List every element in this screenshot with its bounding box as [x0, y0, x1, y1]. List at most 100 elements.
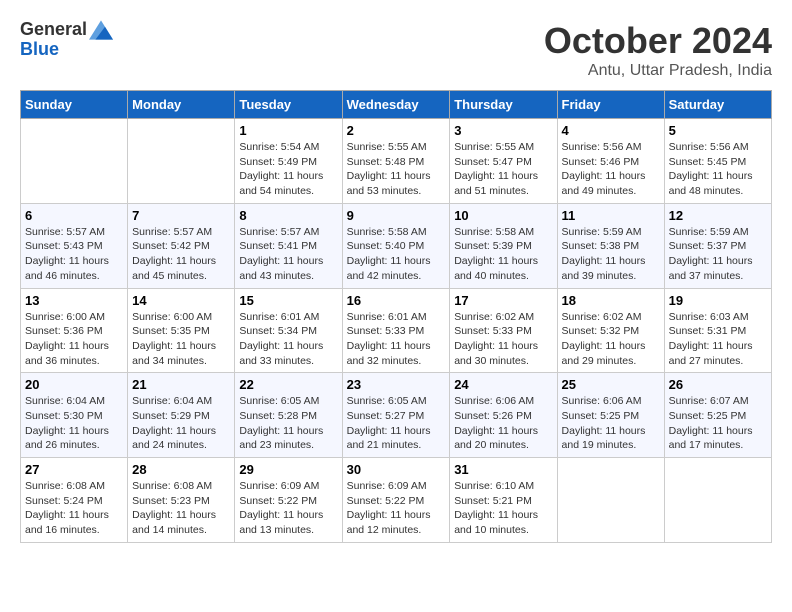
calendar-week-5: 27Sunrise: 6:08 AM Sunset: 5:24 PM Dayli… [21, 458, 772, 543]
day-number: 29 [239, 462, 337, 477]
day-number: 30 [347, 462, 446, 477]
day-info: Sunrise: 5:58 AM Sunset: 5:40 PM Dayligh… [347, 225, 446, 284]
calendar-cell: 13Sunrise: 6:00 AM Sunset: 5:36 PM Dayli… [21, 288, 128, 373]
day-number: 13 [25, 293, 123, 308]
day-number: 3 [454, 123, 552, 138]
day-info: Sunrise: 6:04 AM Sunset: 5:30 PM Dayligh… [25, 394, 123, 453]
day-number: 6 [25, 208, 123, 223]
calendar-table: SundayMondayTuesdayWednesdayThursdayFrid… [20, 90, 772, 543]
day-number: 12 [669, 208, 767, 223]
logo-text-general: General [20, 20, 87, 40]
calendar-cell: 18 Sunrise: 6:02 AM Sunset: 5:32 PM Dayli… [557, 288, 664, 373]
logo: General Blue [20, 20, 113, 60]
day-number: 11 [562, 208, 660, 223]
location-title: Antu, Uttar Pradesh, India [544, 62, 772, 80]
calendar-cell: 20 Sunrise: 6:04 AM Sunset: 5:30 PM Dayli… [21, 373, 128, 458]
day-number: 25 [562, 377, 660, 392]
day-info: Sunrise: 6:04 AM Sunset: 5:29 PM Dayligh… [132, 394, 230, 453]
calendar-cell: 24 Sunrise: 6:06 AM Sunset: 5:26 PM Dayli… [450, 373, 557, 458]
day-number: 7 [132, 208, 230, 223]
day-info: Sunrise: 6:09 AM Sunset: 5:22 PM Dayligh… [239, 479, 337, 538]
calendar-cell: 23 Sunrise: 6:05 AM Sunset: 5:27 PM Dayli… [342, 373, 450, 458]
day-number: 10 [454, 208, 552, 223]
calendar-cell [21, 119, 128, 204]
day-number: 19 [669, 293, 767, 308]
day-info: Sunrise: 6:05 AM Sunset: 5:27 PM Dayligh… [347, 394, 446, 453]
calendar-cell: 7 Sunrise: 5:57 AM Sunset: 5:42 PM Daylig… [128, 203, 235, 288]
day-number: 23 [347, 377, 446, 392]
calendar-cell: 9 Sunrise: 5:58 AM Sunset: 5:40 PM Daylig… [342, 203, 450, 288]
day-info: Sunrise: 5:54 AM Sunset: 5:49 PM Dayligh… [239, 140, 337, 199]
calendar-cell: 19 Sunrise: 6:03 AM Sunset: 5:31 PM Dayli… [664, 288, 771, 373]
calendar-cell [664, 458, 771, 543]
calendar-cell [128, 119, 235, 204]
day-info: Sunrise: 6:10 AM Sunset: 5:21 PM Dayligh… [454, 479, 552, 538]
calendar-cell: 29 Sunrise: 6:09 AM Sunset: 5:22 PM Dayli… [235, 458, 342, 543]
calendar-cell: 4Sunrise: 5:56 AM Sunset: 5:46 PM Daylig… [557, 119, 664, 204]
day-number: 24 [454, 377, 552, 392]
day-number: 26 [669, 377, 767, 392]
day-info: Sunrise: 5:57 AM Sunset: 5:42 PM Dayligh… [132, 225, 230, 284]
day-number: 28 [132, 462, 230, 477]
column-header-saturday: Saturday [664, 91, 771, 119]
day-info: Sunrise: 6:03 AM Sunset: 5:31 PM Dayligh… [669, 310, 767, 369]
day-info: Sunrise: 5:55 AM Sunset: 5:48 PM Dayligh… [347, 140, 446, 199]
day-number: 18 [562, 293, 660, 308]
column-header-tuesday: Tuesday [235, 91, 342, 119]
day-info: Sunrise: 5:57 AM Sunset: 5:41 PM Dayligh… [239, 225, 337, 284]
logo-text-blue: Blue [20, 40, 113, 60]
logo-icon [89, 20, 113, 40]
day-number: 14 [132, 293, 230, 308]
day-info: Sunrise: 6:02 AM Sunset: 5:32 PM Dayligh… [562, 310, 660, 369]
calendar-cell: 5 Sunrise: 5:56 AM Sunset: 5:45 PM Daylig… [664, 119, 771, 204]
day-info: Sunrise: 5:56 AM Sunset: 5:45 PM Dayligh… [669, 140, 767, 199]
day-info: Sunrise: 5:59 AM Sunset: 5:37 PM Dayligh… [669, 225, 767, 284]
title-area: October 2024 Antu, Uttar Pradesh, India [544, 20, 772, 80]
calendar-cell: 14 Sunrise: 6:00 AM Sunset: 5:35 PM Dayli… [128, 288, 235, 373]
day-info: Sunrise: 5:55 AM Sunset: 5:47 PM Dayligh… [454, 140, 552, 199]
day-number: 20 [25, 377, 123, 392]
calendar-cell: 2 Sunrise: 5:55 AM Sunset: 5:48 PM Daylig… [342, 119, 450, 204]
column-header-wednesday: Wednesday [342, 91, 450, 119]
column-header-thursday: Thursday [450, 91, 557, 119]
calendar-cell: 31Sunrise: 6:10 AM Sunset: 5:21 PM Dayli… [450, 458, 557, 543]
day-info: Sunrise: 6:00 AM Sunset: 5:35 PM Dayligh… [132, 310, 230, 369]
calendar-cell: 8 Sunrise: 5:57 AM Sunset: 5:41 PM Daylig… [235, 203, 342, 288]
day-number: 17 [454, 293, 552, 308]
calendar-week-1: 1 Sunrise: 5:54 AM Sunset: 5:49 PM Daylig… [21, 119, 772, 204]
day-number: 1 [239, 123, 337, 138]
day-number: 27 [25, 462, 123, 477]
day-info: Sunrise: 6:09 AM Sunset: 5:22 PM Dayligh… [347, 479, 446, 538]
calendar-cell: 1 Sunrise: 5:54 AM Sunset: 5:49 PM Daylig… [235, 119, 342, 204]
calendar-cell: 17Sunrise: 6:02 AM Sunset: 5:33 PM Dayli… [450, 288, 557, 373]
day-info: Sunrise: 6:01 AM Sunset: 5:34 PM Dayligh… [239, 310, 337, 369]
day-number: 21 [132, 377, 230, 392]
day-info: Sunrise: 6:05 AM Sunset: 5:28 PM Dayligh… [239, 394, 337, 453]
day-info: Sunrise: 5:58 AM Sunset: 5:39 PM Dayligh… [454, 225, 552, 284]
calendar-cell: 27Sunrise: 6:08 AM Sunset: 5:24 PM Dayli… [21, 458, 128, 543]
day-info: Sunrise: 6:06 AM Sunset: 5:25 PM Dayligh… [562, 394, 660, 453]
calendar-cell [557, 458, 664, 543]
column-header-sunday: Sunday [21, 91, 128, 119]
calendar-cell: 22Sunrise: 6:05 AM Sunset: 5:28 PM Dayli… [235, 373, 342, 458]
calendar-cell: 30 Sunrise: 6:09 AM Sunset: 5:22 PM Dayli… [342, 458, 450, 543]
calendar-cell: 25 Sunrise: 6:06 AM Sunset: 5:25 PM Dayli… [557, 373, 664, 458]
day-number: 9 [347, 208, 446, 223]
calendar-week-4: 20 Sunrise: 6:04 AM Sunset: 5:30 PM Dayli… [21, 373, 772, 458]
day-number: 8 [239, 208, 337, 223]
calendar-cell: 26Sunrise: 6:07 AM Sunset: 5:25 PM Dayli… [664, 373, 771, 458]
day-number: 15 [239, 293, 337, 308]
day-info: Sunrise: 6:08 AM Sunset: 5:23 PM Dayligh… [132, 479, 230, 538]
calendar-cell: 12 Sunrise: 5:59 AM Sunset: 5:37 PM Dayli… [664, 203, 771, 288]
day-number: 4 [562, 123, 660, 138]
column-header-friday: Friday [557, 91, 664, 119]
page-header: General Blue October 2024 Antu, Uttar Pr… [20, 20, 772, 80]
calendar-cell: 10 Sunrise: 5:58 AM Sunset: 5:39 PM Dayli… [450, 203, 557, 288]
day-info: Sunrise: 6:06 AM Sunset: 5:26 PM Dayligh… [454, 394, 552, 453]
day-number: 2 [347, 123, 446, 138]
day-info: Sunrise: 5:57 AM Sunset: 5:43 PM Dayligh… [25, 225, 123, 284]
calendar-cell: 11Sunrise: 5:59 AM Sunset: 5:38 PM Dayli… [557, 203, 664, 288]
day-number: 5 [669, 123, 767, 138]
column-header-monday: Monday [128, 91, 235, 119]
calendar-cell: 21 Sunrise: 6:04 AM Sunset: 5:29 PM Dayli… [128, 373, 235, 458]
